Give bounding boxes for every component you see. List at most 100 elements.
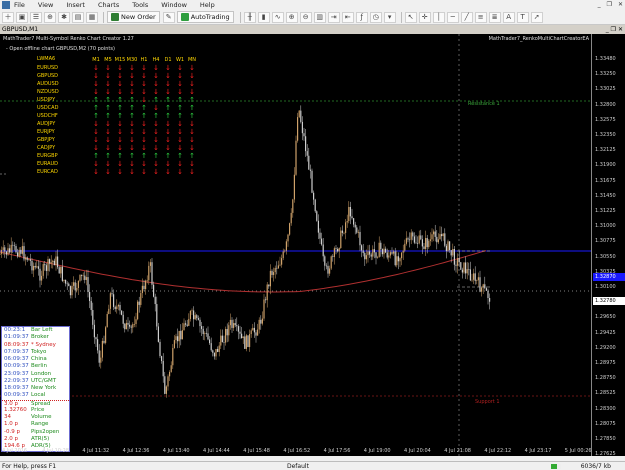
candle-body xyxy=(106,313,108,328)
autoscroll-icon[interactable]: ⇥ xyxy=(327,11,340,23)
periods-icon[interactable]: ◷ xyxy=(369,11,382,23)
indicators-icon[interactable]: ƒ xyxy=(355,11,368,23)
arrow-down-icon: ↓ xyxy=(105,136,111,144)
menu-charts[interactable]: Charts xyxy=(98,1,119,9)
candle-body xyxy=(274,267,276,273)
candle-body xyxy=(236,325,238,327)
candle-body xyxy=(15,246,17,253)
arrow-tool-icon[interactable]: ➚ xyxy=(530,11,543,23)
candle-body xyxy=(418,235,420,244)
candle-body xyxy=(53,260,55,266)
metaeditor-icon[interactable]: ✎ xyxy=(162,11,175,23)
candle-body xyxy=(324,256,326,266)
arrow-up-icon: ↑ xyxy=(141,112,147,120)
candle-body xyxy=(5,251,7,255)
info-label: Local xyxy=(31,392,46,399)
info-row: 22:09:37 UTC/GMT xyxy=(2,378,69,385)
new-order-button[interactable]: New Order xyxy=(107,11,160,23)
candle-body xyxy=(87,277,89,292)
minimize-icon[interactable]: _ xyxy=(598,1,601,8)
market-watch-icon[interactable]: ☰ xyxy=(30,11,42,23)
candle-body xyxy=(119,304,121,311)
candle-body xyxy=(233,323,235,328)
arrow-down-icon: ↓ xyxy=(93,88,99,96)
time-tick-label: 4 Jul 2016 xyxy=(2,448,28,454)
info-label: Tokyo xyxy=(31,348,47,355)
candle-body xyxy=(394,251,396,266)
info-row: 34 Volume xyxy=(2,414,69,421)
arrow-down-icon: ↓ xyxy=(129,144,135,152)
tester-icon[interactable]: ▦ xyxy=(86,11,98,23)
candle-body xyxy=(460,262,462,270)
arrow-down-icon: ↓ xyxy=(165,88,171,96)
vertical-line-icon[interactable]: │ xyxy=(432,11,445,23)
tile-windows-icon[interactable]: ▥ xyxy=(313,11,326,23)
line-chart-icon[interactable]: ∿ xyxy=(271,11,284,23)
price-axis[interactable]: 1.33480 1.33250 1.33025 1.32800 1.32575 1.323… xyxy=(591,34,625,457)
candle-body xyxy=(186,324,188,326)
price-tick-label: 1.28525 xyxy=(595,390,616,397)
terminal-icon[interactable]: ▤ xyxy=(72,11,84,23)
new-order-label: New Order xyxy=(121,13,156,21)
candle-body xyxy=(93,324,95,338)
info-row: 3.0 p Spread xyxy=(2,399,69,407)
close-icon[interactable]: ✕ xyxy=(618,1,623,8)
window-controls: _ ❐ ✕ xyxy=(598,1,623,8)
profiles-icon[interactable]: ▣ xyxy=(16,11,28,23)
arrow-up-icon: ↑ xyxy=(153,152,159,160)
cursor-icon[interactable]: ↖ xyxy=(404,11,417,23)
candle-body xyxy=(364,253,366,260)
navigator-icon[interactable]: ✱ xyxy=(58,11,70,23)
arrow-down-icon: ↓ xyxy=(105,88,111,96)
menu-view[interactable]: View xyxy=(38,1,53,9)
candle-body xyxy=(393,251,395,254)
fibonacci-icon[interactable]: ≣ xyxy=(488,11,501,23)
signal-row-eurjpy: EURJPY ↓ ↓ ↓ ↓ ↓ ↓ ↓ ↓ ↓ xyxy=(37,128,198,136)
candle-body xyxy=(73,282,75,286)
templates-icon[interactable]: ▾ xyxy=(383,11,396,23)
label-tool-icon[interactable]: T xyxy=(516,11,529,23)
text-tool-icon[interactable]: A xyxy=(502,11,515,23)
channel-icon[interactable]: ≡ xyxy=(474,11,487,23)
price-chart[interactable]: MathTrader7 Multi-Symbol Renko Chart Cre… xyxy=(0,34,591,456)
arrow-down-icon: ↓ xyxy=(165,64,171,72)
chart-window-controls[interactable]: _ ❐ ✕ xyxy=(606,25,623,34)
horizontal-line-icon[interactable]: ─ xyxy=(446,11,459,23)
trendline-icon[interactable]: ╱ xyxy=(460,11,473,23)
candle-body xyxy=(132,324,134,328)
candle-body xyxy=(85,277,87,280)
chart-shift-icon[interactable]: ⇤ xyxy=(341,11,354,23)
arrow-up-icon: ↑ xyxy=(189,96,195,104)
candle-body xyxy=(351,216,353,219)
data-window-icon[interactable]: ⊕ xyxy=(44,11,56,23)
candle-body xyxy=(445,245,447,252)
zoom-in-icon[interactable]: ⊕ xyxy=(285,11,298,23)
arrow-down-icon: ↓ xyxy=(177,64,183,72)
candle-body xyxy=(359,231,361,246)
menu-insert[interactable]: Insert xyxy=(66,1,85,9)
menu-help[interactable]: Help xyxy=(200,1,215,9)
arrow-up-icon: ↑ xyxy=(129,96,135,104)
candle-body xyxy=(13,245,15,247)
time-tick-label: 4 Jul 20:04 xyxy=(404,448,431,454)
candlestick-icon[interactable]: ▮ xyxy=(257,11,270,23)
status-bar: For Help, press F1 Default 6036/7 kb xyxy=(0,461,625,470)
restore-icon[interactable]: ❐ xyxy=(607,1,612,8)
menu-file[interactable]: File xyxy=(14,1,25,9)
menu-window[interactable]: Window xyxy=(161,1,187,9)
candle-body xyxy=(461,269,463,273)
zoom-out-icon[interactable]: ⊖ xyxy=(299,11,312,23)
bar-chart-icon[interactable]: ╫ xyxy=(243,11,256,23)
new-chart-icon[interactable]: ＋ xyxy=(2,11,14,23)
signal-row-gbpusd: GBPUSD ↓ ↓ ↓ ↓ ↓ ↓ ↓ ↓ ↓ xyxy=(37,72,198,80)
arrow-down-icon: ↓ xyxy=(93,64,99,72)
candle-body xyxy=(319,232,321,239)
menu-tools[interactable]: Tools xyxy=(132,1,148,9)
candle-body xyxy=(161,356,163,361)
signal-symbol: AUDUSD xyxy=(37,81,59,87)
crosshair-icon[interactable]: ✛ xyxy=(418,11,431,23)
candle-body xyxy=(249,334,251,347)
arrow-up-icon: ↑ xyxy=(189,104,195,112)
autotrading-button[interactable]: AutoTrading xyxy=(176,11,234,23)
candle-body xyxy=(372,249,374,257)
